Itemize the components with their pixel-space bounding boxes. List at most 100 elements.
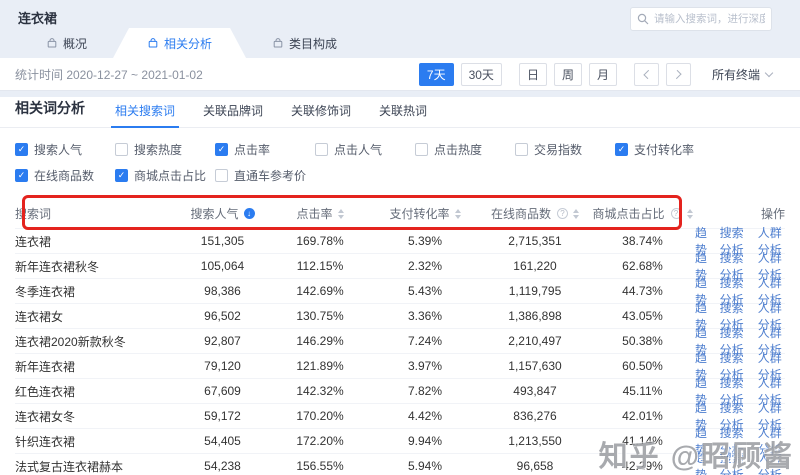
- tab-related-hot-words[interactable]: 关联热词: [379, 102, 427, 127]
- range-30d-button[interactable]: 30天: [461, 63, 502, 86]
- page-header: 连衣裙 概况 相关分析 类目构成: [0, 0, 800, 58]
- checkbox-icon[interactable]: [215, 143, 228, 156]
- sort-icon[interactable]: [455, 209, 461, 219]
- metric-checkbox[interactable]: 交易指数: [515, 141, 615, 158]
- sort-desc-icon[interactable]: ↓: [244, 208, 255, 219]
- sort-icon[interactable]: [687, 209, 693, 219]
- checkbox-icon[interactable]: [115, 169, 128, 182]
- metric-checkbox[interactable]: 点击人气: [315, 141, 415, 158]
- online-products-cell: 1,213,550: [480, 434, 590, 448]
- bag-icon: [272, 37, 284, 49]
- main-content: 相关词分析 相关搜索词 关联品牌词 关联修饰词 关联热词 搜索人气 搜索热度: [0, 97, 800, 475]
- terminal-dropdown[interactable]: 所有终端: [712, 66, 772, 83]
- online-products-cell: 2,210,497: [480, 334, 590, 348]
- col-conversion: 支付转化率: [370, 205, 480, 222]
- ctr-cell: 112.15%: [270, 259, 370, 273]
- col-search-popularity: 搜索人气 ↓: [175, 205, 270, 222]
- ctr-cell: 169.78%: [270, 234, 370, 248]
- granularity-week-button[interactable]: 周: [554, 63, 582, 86]
- search-popularity-cell: 67,609: [175, 384, 270, 398]
- chevron-right-icon: [672, 69, 681, 78]
- tab-related-modifier-words[interactable]: 关联修饰词: [291, 102, 351, 127]
- ctr-cell: 142.69%: [270, 284, 370, 298]
- checkbox-icon[interactable]: [415, 143, 428, 156]
- mall-click-share-cell: 41.14%: [590, 434, 695, 448]
- search-input[interactable]: [654, 13, 765, 25]
- tab-overview[interactable]: 概况: [20, 28, 113, 58]
- search-icon: [637, 13, 649, 25]
- metric-checkbox[interactable]: 商城点击占比: [115, 167, 215, 184]
- search-analysis-link[interactable]: 搜索分析: [720, 449, 747, 475]
- checkbox-icon[interactable]: [315, 143, 328, 156]
- checkbox-icon[interactable]: [15, 169, 28, 182]
- search-popularity-cell: 96,502: [175, 309, 270, 323]
- col-actions: 操作: [695, 205, 785, 222]
- ctr-cell: 156.55%: [270, 459, 370, 473]
- next-page-button[interactable]: [666, 63, 691, 86]
- search-popularity-cell: 92,807: [175, 334, 270, 348]
- tab-related-search-words[interactable]: 相关搜索词: [115, 102, 175, 127]
- row-actions: 趋势 搜索分析 人群分析: [695, 449, 785, 475]
- search-box[interactable]: [630, 7, 772, 31]
- range-7d-button[interactable]: 7天: [419, 63, 454, 86]
- online-products-cell: 1,157,630: [480, 359, 590, 373]
- help-icon[interactable]: ?: [557, 208, 568, 219]
- conversion-cell: 5.94%: [370, 459, 480, 473]
- tab-category-composition[interactable]: 类目构成: [246, 28, 363, 58]
- metric-checkbox[interactable]: 在线商品数: [15, 167, 115, 184]
- keywords-table: 搜索词 搜索人气 ↓ 点击率 支付转化率 在线商品数 ? 商城点击占比 ?: [0, 199, 800, 475]
- col-online-products: 在线商品数 ?: [480, 205, 590, 222]
- checkbox-icon[interactable]: [615, 143, 628, 156]
- prev-page-button[interactable]: [634, 63, 659, 86]
- filter-row: 搜索人气 搜索热度 点击率 点击人气: [15, 141, 785, 158]
- granularity-day-button[interactable]: 日: [519, 63, 547, 86]
- metric-checkbox[interactable]: 直通车参考价: [215, 167, 315, 184]
- table-row: 连衣裙女 96,502 130.75% 3.36% 1,386,898 43.0…: [15, 303, 785, 328]
- table-body: 连衣裙 151,305 169.78% 5.39% 2,715,351 38.7…: [15, 228, 785, 475]
- bag-icon: [46, 37, 58, 49]
- mall-click-share-cell: 62.68%: [590, 259, 695, 273]
- checkbox-icon[interactable]: [515, 143, 528, 156]
- online-products-cell: 493,847: [480, 384, 590, 398]
- page-title: 连衣裙: [18, 8, 57, 27]
- checkbox-icon[interactable]: [115, 143, 128, 156]
- metric-filters: 搜索人气 搜索热度 点击率 点击人气: [0, 128, 800, 199]
- sort-icon[interactable]: [338, 209, 344, 219]
- ctr-cell: 170.20%: [270, 409, 370, 423]
- tab-related-brand-words[interactable]: 关联品牌词: [203, 102, 263, 127]
- conversion-cell: 5.43%: [370, 284, 480, 298]
- search-popularity-cell: 54,405: [175, 434, 270, 448]
- search-popularity-cell: 59,172: [175, 409, 270, 423]
- keyword-cell: 针织连衣裙: [15, 433, 175, 450]
- checkbox-icon[interactable]: [215, 169, 228, 182]
- crowd-analysis-link[interactable]: 人群分析: [758, 449, 785, 475]
- help-icon[interactable]: ?: [671, 208, 682, 219]
- keyword-cell: 连衣裙女: [15, 308, 175, 325]
- tab-related-analysis[interactable]: 相关分析: [113, 28, 246, 58]
- metric-checkbox[interactable]: 支付转化率: [615, 141, 715, 158]
- metric-checkbox[interactable]: 搜索人气: [15, 141, 115, 158]
- conversion-cell: 4.42%: [370, 409, 480, 423]
- chevron-down-icon: [765, 68, 773, 76]
- metric-checkbox[interactable]: 搜索热度: [115, 141, 215, 158]
- metric-checkbox[interactable]: 点击热度: [415, 141, 515, 158]
- conversion-cell: 7.82%: [370, 384, 480, 398]
- checkbox-icon[interactable]: [15, 143, 28, 156]
- table-row: 连衣裙2020新款秋冬 92,807 146.29% 7.24% 2,210,4…: [15, 328, 785, 353]
- checkbox-label: 点击热度: [434, 141, 482, 158]
- search-popularity-cell: 151,305: [175, 234, 270, 248]
- conversion-cell: 7.24%: [370, 334, 480, 348]
- chevron-left-icon: [643, 69, 652, 78]
- sort-icon[interactable]: [573, 209, 579, 219]
- tab-label: 类目构成: [289, 35, 337, 52]
- trend-link[interactable]: 趋势: [695, 449, 709, 475]
- mall-click-share-cell: 43.05%: [590, 309, 695, 323]
- bag-icon: [147, 37, 159, 49]
- keyword-cell: 冬季连衣裙: [15, 283, 175, 300]
- table-row: 连衣裙女冬 59,172 170.20% 4.42% 836,276 42.01…: [15, 403, 785, 428]
- online-products-cell: 1,119,795: [480, 284, 590, 298]
- metric-checkbox[interactable]: 点击率: [215, 141, 315, 158]
- stats-bar: 统计时间 2020-12-27 ~ 2021-01-02 7天 30天 日 周 …: [0, 58, 800, 91]
- mall-click-share-cell: 42.29%: [590, 459, 695, 473]
- granularity-month-button[interactable]: 月: [589, 63, 617, 86]
